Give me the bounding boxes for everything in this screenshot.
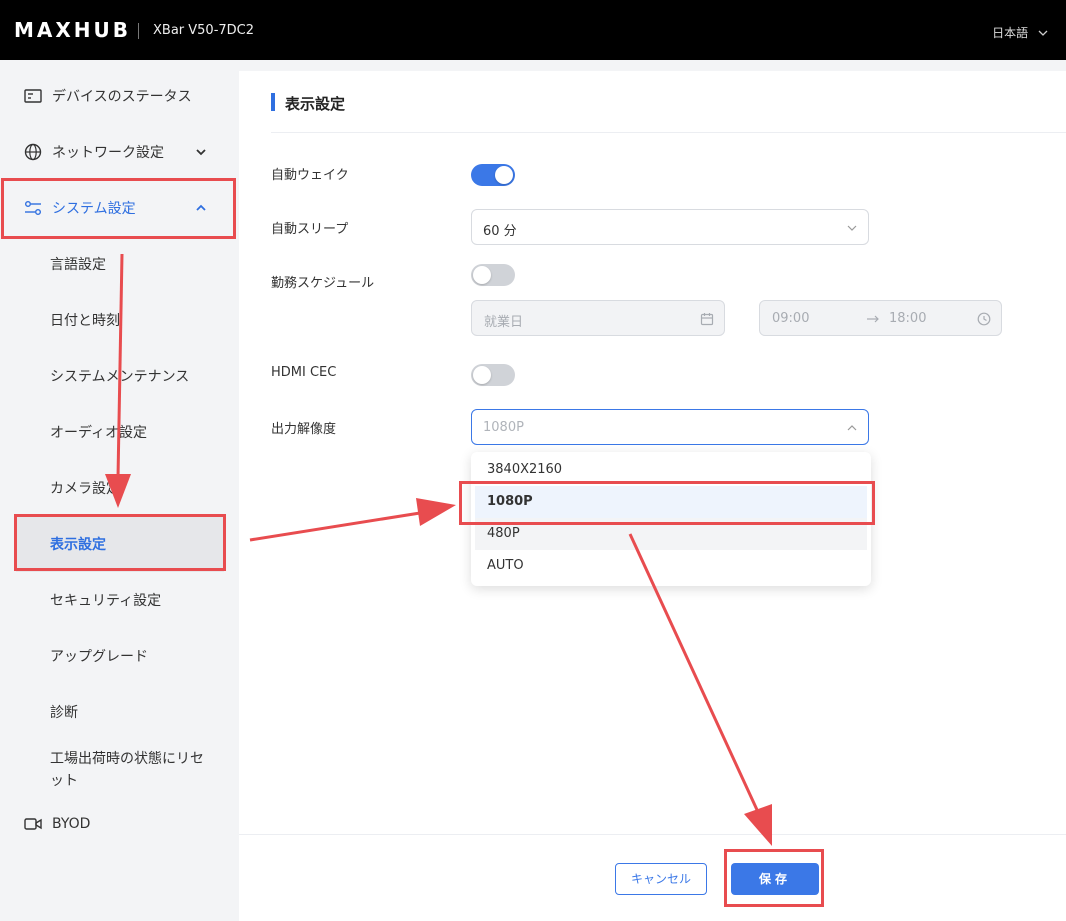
work-schedule-toggle[interactable] xyxy=(471,264,515,286)
time-range-picker[interactable]: 09:00 18:00 xyxy=(759,300,1002,336)
globe-icon xyxy=(24,143,42,161)
language-selector[interactable]: 日本語 xyxy=(992,24,1048,41)
resolution-option-selected[interactable]: 1080P xyxy=(475,486,867,518)
option-label: 480P xyxy=(487,526,520,541)
sidebar-subitem-label: 診断 xyxy=(50,705,78,721)
workdays-picker[interactable]: 就業日 xyxy=(471,300,725,336)
sidebar-subitem-label: 言語設定 xyxy=(50,257,106,273)
save-button[interactable]: 保存 xyxy=(731,863,819,895)
toggle-knob xyxy=(473,266,491,284)
device-model: XBar V50-7DC2 xyxy=(153,23,255,38)
sidebar-subitem-label: システムメンテナンス xyxy=(50,369,190,385)
sidebar-subitem-date-time[interactable]: 日付と時刻 xyxy=(0,292,238,348)
work-schedule-label: 勤務スケジュール xyxy=(271,276,375,291)
option-label: AUTO xyxy=(487,558,524,573)
sidebar-item-label: デバイスのステータス xyxy=(52,89,192,105)
option-label: 1080P xyxy=(487,494,533,509)
clock-icon xyxy=(977,312,991,326)
sidebar-item-label: システム設定 xyxy=(52,201,136,217)
sidebar-subitem-label: 工場出荷時の状態にリセット xyxy=(50,751,204,789)
arrow-right-icon xyxy=(867,315,879,323)
sliders-icon xyxy=(24,199,42,217)
sidebar-subitem-display[interactable]: 表示設定 xyxy=(16,516,224,572)
sidebar-item-label: ネットワーク設定 xyxy=(52,145,164,161)
sidebar-subitem-diagnostics[interactable]: 診断 xyxy=(0,684,238,740)
sidebar-subitem-audio[interactable]: オーディオ設定 xyxy=(0,404,238,460)
header-divider xyxy=(138,23,139,39)
resolution-option[interactable]: 480P xyxy=(475,518,867,550)
workdays-placeholder: 就業日 xyxy=(484,315,524,330)
page-title: 表示設定 xyxy=(285,95,346,113)
sidebar-subitem-label: 日付と時刻 xyxy=(50,313,120,329)
sidebar-subitem-system-maintenance[interactable]: システムメンテナンス xyxy=(0,348,238,404)
cancel-button[interactable]: キャンセル xyxy=(615,863,707,895)
sidebar-subitem-security[interactable]: セキュリティ設定 xyxy=(0,572,238,628)
select-value: 60 分 xyxy=(483,224,517,239)
toggle-knob xyxy=(495,166,513,184)
sidebar-item-system-settings[interactable]: システム設定 xyxy=(0,180,238,236)
end-time: 18:00 xyxy=(889,311,927,326)
calendar-icon xyxy=(700,313,714,326)
camera-icon xyxy=(24,815,42,833)
sidebar-subitem-language[interactable]: 言語設定 xyxy=(0,236,238,292)
status-icon xyxy=(24,87,42,105)
sidebar: デバイスのステータス ネットワーク設定 システム設定 言語設定 日付と時刻 シス… xyxy=(0,60,238,921)
start-time: 09:00 xyxy=(772,311,810,326)
sidebar-subitem-label: アップグレード xyxy=(50,649,148,665)
sidebar-subitem-label: オーディオ設定 xyxy=(50,425,148,441)
select-placeholder: 1080P xyxy=(483,420,524,435)
chevron-down-icon xyxy=(847,225,857,231)
hdmi-cec-label: HDMI CEC xyxy=(271,365,337,380)
resolution-option[interactable]: AUTO xyxy=(475,550,867,582)
option-label: 3840X2160 xyxy=(487,462,563,477)
chevron-down-icon xyxy=(1038,30,1048,36)
sidebar-subitem-label: セキュリティ設定 xyxy=(50,593,162,609)
sidebar-item-device-status[interactable]: デバイスのステータス xyxy=(0,68,238,124)
resolution-dropdown: 3840X2160 1080P 480P AUTO xyxy=(471,452,871,586)
brand-logo: MAXHUB xyxy=(14,18,132,42)
hdmi-cec-toggle[interactable] xyxy=(471,364,515,386)
sidebar-subitem-label: カメラ設定 xyxy=(50,481,120,497)
sidebar-subitem-factory-reset[interactable]: 工場出荷時の状態にリセット xyxy=(0,740,238,800)
toggle-knob xyxy=(473,366,491,384)
divider xyxy=(271,132,1066,133)
sidebar-item-byod[interactable]: BYOD xyxy=(0,796,238,852)
footer-divider xyxy=(239,834,1066,835)
sidebar-subitem-label: 表示設定 xyxy=(50,537,106,553)
output-resolution-select[interactable]: 1080P xyxy=(471,409,869,445)
sidebar-subitem-camera[interactable]: カメラ設定 xyxy=(0,460,238,516)
language-label: 日本語 xyxy=(992,26,1029,40)
chevron-down-icon xyxy=(196,149,206,156)
auto-sleep-label: 自動スリープ xyxy=(271,222,349,237)
output-resolution-label: 出力解像度 xyxy=(271,422,337,437)
auto-wake-label: 自動ウェイク xyxy=(271,168,349,183)
resolution-option[interactable]: 3840X2160 xyxy=(475,454,867,486)
chevron-up-icon xyxy=(196,204,206,211)
auto-wake-toggle[interactable] xyxy=(471,164,515,186)
sidebar-item-network[interactable]: ネットワーク設定 xyxy=(0,124,238,180)
title-accent xyxy=(271,93,275,111)
chevron-up-icon xyxy=(847,425,857,431)
main-panel: 表示設定 自動ウェイク 自動スリープ 60 分 勤務スケジュール 就業日 09:… xyxy=(239,71,1066,921)
sidebar-subitem-upgrade[interactable]: アップグレード xyxy=(0,628,238,684)
sidebar-item-label: BYOD xyxy=(52,816,91,832)
auto-sleep-select[interactable]: 60 分 xyxy=(471,209,869,245)
top-bar: MAXHUB XBar V50-7DC2 日本語 xyxy=(0,0,1066,60)
